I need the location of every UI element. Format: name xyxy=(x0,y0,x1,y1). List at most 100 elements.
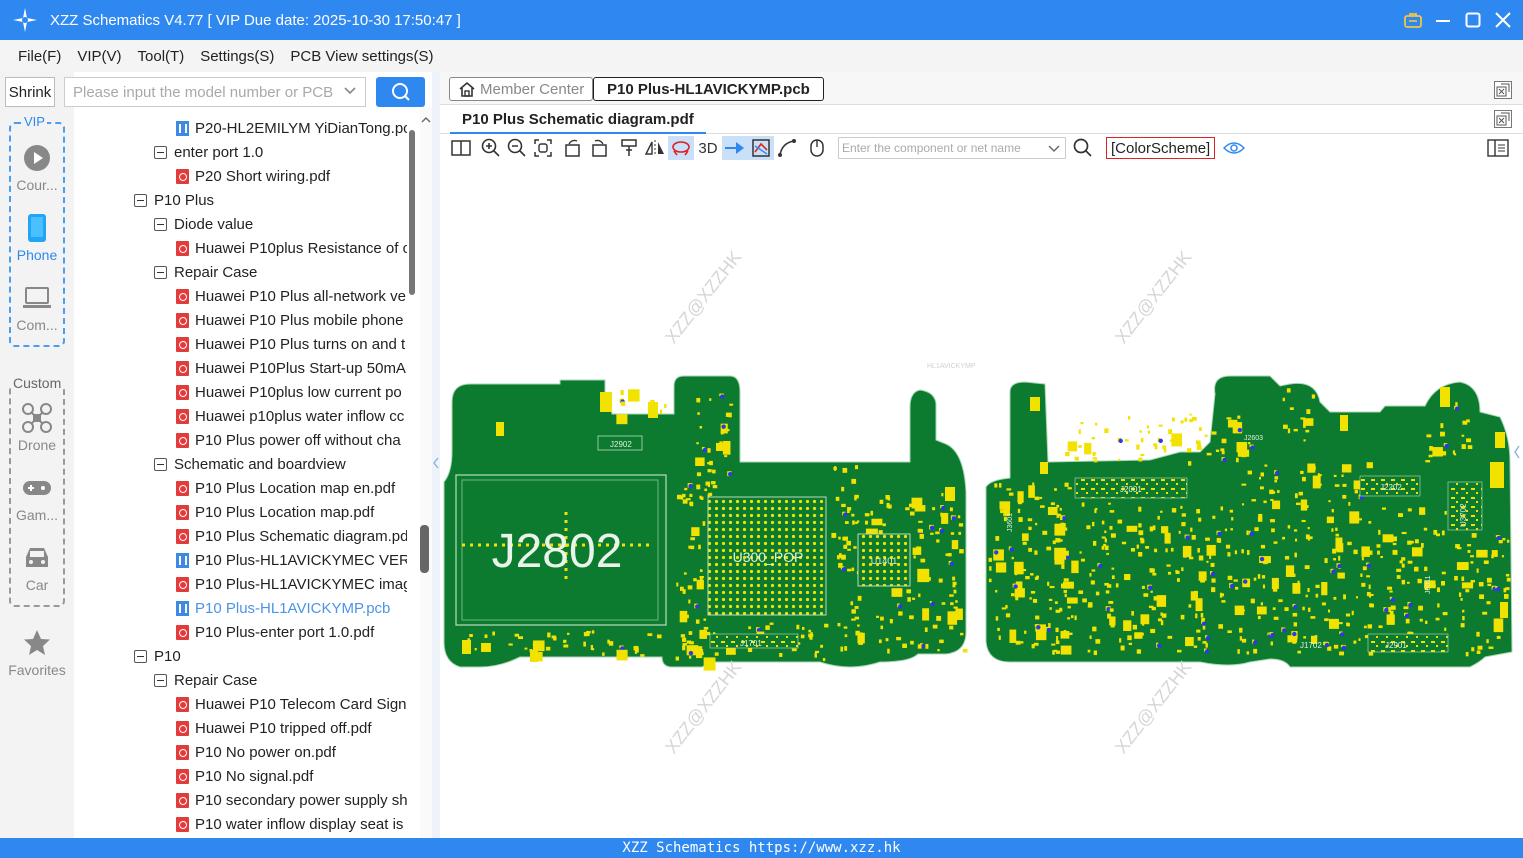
tree-folder[interactable]: enter port 1.0 xyxy=(154,140,407,164)
tree-file[interactable]: P10 Plus Schematic diagram.pd xyxy=(176,524,407,548)
canvas-side-arrow-icon[interactable] xyxy=(1513,445,1521,459)
pcb-board-view[interactable]: J2802 U300_POP U1401 J2902 J1701 J2001 J… xyxy=(440,162,1523,838)
side-panel-toggle[interactable] xyxy=(1485,136,1511,160)
pcb-pad xyxy=(1367,624,1373,629)
mirror-button[interactable] xyxy=(642,136,668,160)
nav-car[interactable]: Car xyxy=(0,543,74,593)
tree-file[interactable]: Huawei P10plus Resistance of c xyxy=(176,236,407,260)
chevron-down-icon[interactable] xyxy=(343,84,357,98)
collapse-toggle-icon[interactable] xyxy=(134,649,147,663)
3d-view-button[interactable]: 3D xyxy=(694,136,722,160)
trace-button[interactable] xyxy=(774,136,800,160)
pcb-pad xyxy=(1378,625,1383,629)
tab-member-center[interactable]: Member Center xyxy=(449,77,594,101)
tree-file[interactable]: P10 No power on.pdf xyxy=(176,740,407,764)
tree-folder[interactable]: Repair Case xyxy=(154,668,407,692)
tree-file[interactable]: P10 secondary power supply sh xyxy=(176,788,407,812)
tree-file[interactable]: Huawei P10 Plus mobile phone xyxy=(176,308,407,332)
nav-drone[interactable]: Drone xyxy=(0,403,74,453)
zoom-out-button[interactable] xyxy=(504,136,530,160)
rotate-right-button[interactable] xyxy=(586,136,612,160)
pcb-pad xyxy=(1392,549,1398,555)
pcb-pad xyxy=(898,611,903,616)
net-highlight-button[interactable] xyxy=(722,136,748,160)
menu-file[interactable]: File(F) xyxy=(18,48,61,65)
menu-pcb-view-settings[interactable]: PCB View settings(S) xyxy=(290,48,433,65)
collapse-toggle-icon[interactable] xyxy=(154,145,167,159)
pcb-pad xyxy=(1256,606,1267,615)
tab-schematic-pdf[interactable]: P10 Plus Schematic diagram.pdf xyxy=(450,107,706,134)
menu-vip[interactable]: VIP(V) xyxy=(77,48,121,65)
collapse-toggle-icon[interactable] xyxy=(154,265,167,279)
collapse-toggle-icon[interactable] xyxy=(134,193,147,207)
collapse-toggle-icon[interactable] xyxy=(154,457,167,471)
probe-button[interactable] xyxy=(616,136,642,160)
tree-inner-scrollbar[interactable] xyxy=(409,130,415,295)
colorscheme-button[interactable]: [ColorScheme] xyxy=(1106,137,1216,159)
collapse-toggle-icon[interactable] xyxy=(154,217,167,231)
pcb-canvas[interactable]: J2802 U300_POP U1401 J2902 J1701 J2001 J… xyxy=(440,162,1523,838)
tree-folder[interactable]: P10 Plus xyxy=(134,188,407,212)
layer-view-button[interactable] xyxy=(748,136,774,160)
tree-file[interactable]: Huawei P10plus low current po xyxy=(176,380,407,404)
pcb-pad xyxy=(1436,587,1441,593)
nav-computer[interactable]: Com... xyxy=(0,283,74,333)
nav-favorites[interactable]: Favorites xyxy=(0,628,74,678)
tree-file[interactable]: P10 Plus-HL1AVICKYMEC image xyxy=(176,572,407,596)
pcb-pad xyxy=(1138,551,1143,557)
tree-file[interactable]: P10 Plus-HL1AVICKYMEC VER.A xyxy=(176,548,407,572)
tree-file[interactable]: P10 No signal.pdf xyxy=(176,764,407,788)
scroll-up-icon[interactable] xyxy=(420,114,432,126)
menu-settings[interactable]: Settings(S) xyxy=(200,48,274,65)
model-search-input[interactable]: Please input the model number or PCB xyxy=(64,77,366,107)
tree-folder[interactable]: Schematic and boardview xyxy=(154,452,407,476)
minimize-button[interactable] xyxy=(1433,10,1453,30)
close-document-button[interactable] xyxy=(1494,110,1512,128)
tree-file[interactable]: P20 Short wiring.pdf xyxy=(176,164,407,188)
mouse-mode-button[interactable] xyxy=(804,136,830,160)
panel-splitter[interactable] xyxy=(432,72,440,838)
component-search-input[interactable]: Enter the component or net name xyxy=(838,137,1066,159)
fit-view-button[interactable] xyxy=(530,136,556,160)
tree-file[interactable]: Huawei P10 Plus turns on and t xyxy=(176,332,407,356)
maximize-button[interactable] xyxy=(1463,10,1483,30)
collapse-toggle-icon[interactable] xyxy=(154,673,167,687)
collapse-arrow-icon[interactable] xyxy=(432,457,440,469)
visibility-button[interactable] xyxy=(1221,136,1247,160)
nav-courses[interactable]: Cour... xyxy=(0,143,74,193)
tree-folder[interactable]: P10 xyxy=(134,644,407,668)
tree-folder[interactable]: Diode value xyxy=(154,212,407,236)
nav-phone[interactable]: Phone xyxy=(0,213,74,263)
zoom-in-button[interactable] xyxy=(478,136,504,160)
vip-bag-button[interactable] xyxy=(1403,10,1423,30)
split-view-button[interactable] xyxy=(448,136,474,160)
tree-file[interactable]: Huawei P10 tripped off.pdf xyxy=(176,716,407,740)
tab-pcb-file[interactable]: P10 Plus-HL1AVICKYMP.pcb xyxy=(593,77,824,101)
pcb-via xyxy=(1204,649,1210,654)
flip-board-button[interactable] xyxy=(668,136,694,160)
tree-file[interactable]: P10 water inflow display seat is xyxy=(176,812,407,836)
chevron-down-icon[interactable] xyxy=(1047,142,1061,156)
tree-file[interactable]: P10 Plus Location map en.pdf xyxy=(176,476,407,500)
tree-folder[interactable]: Repair Case xyxy=(154,260,407,284)
pcb-pad xyxy=(1011,556,1014,560)
menu-tool[interactable]: Tool(T) xyxy=(138,48,185,65)
tree-file[interactable]: P10 Plus power off without cha xyxy=(176,428,407,452)
shrink-button[interactable]: Shrink xyxy=(5,77,55,107)
tree-file[interactable]: Huawei p10plus water inflow cc xyxy=(176,404,407,428)
tree-file[interactable]: P20-HL2EMILYM YiDianTong.pc xyxy=(176,116,407,140)
close-window-button[interactable] xyxy=(1493,10,1513,30)
tree-file[interactable]: Huawei P10 Telecom Card Sign xyxy=(176,692,407,716)
tree-file[interactable]: P10 Plus Location map.pdf xyxy=(176,500,407,524)
tree-file[interactable]: P10 Plus-HL1AVICKYMP.pcb xyxy=(176,596,407,620)
component-search-button[interactable] xyxy=(1070,136,1096,160)
tree-scrollbar-thumb[interactable] xyxy=(420,525,429,573)
nav-gaming[interactable]: Gam... xyxy=(0,473,74,523)
tree-scrollbar-track[interactable] xyxy=(420,108,432,838)
rotate-left-button[interactable] xyxy=(560,136,586,160)
search-button[interactable] xyxy=(376,77,425,107)
tree-file[interactable]: Huawei P10 Plus all-network ve xyxy=(176,284,407,308)
tree-file[interactable]: P10 Plus-enter port 1.0.pdf xyxy=(176,620,407,644)
tree-file[interactable]: Huawei P10Plus Start-up 50mA xyxy=(176,356,407,380)
close-tab-group-button[interactable] xyxy=(1494,81,1512,99)
